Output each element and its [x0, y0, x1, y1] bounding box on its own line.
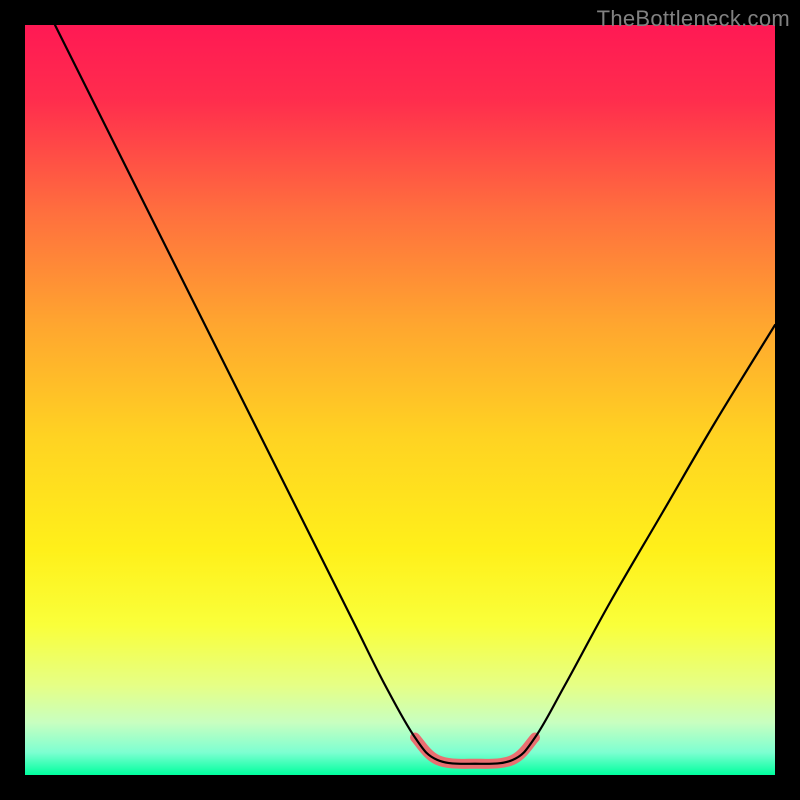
- plot-area: [25, 25, 775, 775]
- gradient-background: [25, 25, 775, 775]
- watermark-text: TheBottleneck.com: [597, 6, 790, 32]
- chart-frame: TheBottleneck.com: [0, 0, 800, 800]
- bottleneck-chart: [25, 25, 775, 775]
